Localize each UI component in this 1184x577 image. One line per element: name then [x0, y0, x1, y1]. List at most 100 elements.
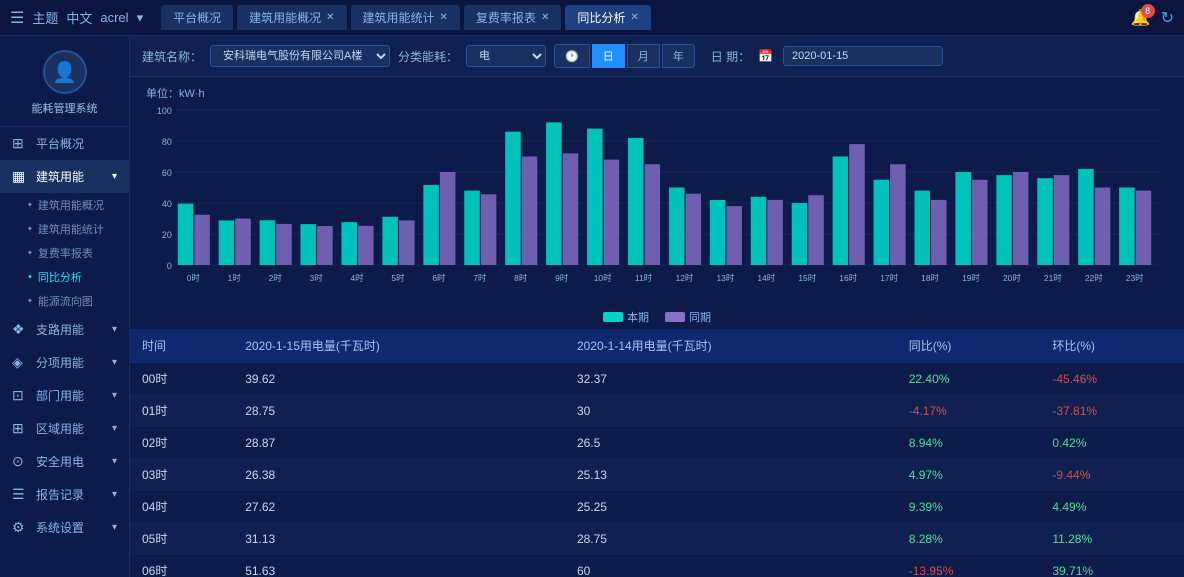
building-label: 建筑名称： — [142, 48, 202, 65]
sidebar-icon-platform: ⊞ — [12, 135, 28, 152]
topbar-theme: 主题 — [32, 8, 58, 27]
refresh-icon[interactable]: ↻ — [1161, 8, 1174, 28]
table-header: 时间2020-1-15用电量(千瓦时)2020-1-14用电量(千瓦时)同比(%… — [130, 329, 1184, 363]
sidebar-item-building-energy[interactable]: ▦ 建筑用能 ▾ — [0, 160, 129, 193]
table-row: 04时 27.62 25.25 9.39% 4.49% — [130, 491, 1184, 523]
svg-text:16时: 16时 — [839, 273, 857, 283]
menu-icon[interactable]: ☰ — [10, 8, 24, 28]
svg-text:22时: 22时 — [1085, 273, 1103, 283]
table-header-cell: 2020-1-14用电量(千瓦时) — [565, 329, 897, 363]
sidebar-item-area-energy[interactable]: ⊞ 区域用能 ▾ — [0, 412, 129, 445]
sidebar-nav: ⊞ 平台概况 ▦ 建筑用能 ▾ 建筑用能概况建筑用能统计复费率报表同比分析能源流… — [0, 127, 129, 577]
sidebar-icon-sub-energy: ◈ — [12, 354, 28, 371]
cell-current: 27.62 — [233, 491, 565, 523]
sidebar-item-safety-energy[interactable]: ⊙ 安全用电 ▾ — [0, 445, 129, 478]
svg-text:19时: 19时 — [962, 273, 980, 283]
topbar-tab-compare[interactable]: 同比分析✕ — [565, 5, 650, 30]
sidebar-item-platform[interactable]: ⊞ 平台概况 — [0, 127, 129, 160]
svg-text:11时: 11时 — [635, 273, 653, 283]
sidebar-section-branch-energy: ❖ 支路用能 ▾ — [0, 313, 129, 346]
topbar-tab-energy-stats[interactable]: 建筑用能统计✕ — [351, 5, 460, 30]
cell-time: 06时 — [130, 555, 233, 577]
btn-year[interactable]: 年 — [662, 44, 695, 68]
sidebar-item-system-settings[interactable]: ⚙ 系统设置 ▾ — [0, 511, 129, 544]
sidebar-sub-year-compare[interactable]: 同比分析 — [0, 265, 129, 289]
svg-text:0时: 0时 — [187, 273, 201, 283]
table-body: 00时 39.62 32.37 22.40% -45.46% 01时 28.75… — [130, 363, 1184, 577]
table-header-cell: 2020-1-15用电量(千瓦时) — [233, 329, 565, 363]
sidebar-section-area-energy: ⊞ 区域用能 ▾ — [0, 412, 129, 445]
sidebar-section-system-settings: ⚙ 系统设置 ▾ — [0, 511, 129, 544]
sidebar-sub-billing-report[interactable]: 复费率报表 — [0, 241, 129, 265]
tab-close-billing[interactable]: ✕ — [541, 12, 549, 23]
topbar: ☰ 主题 中文 acrel ▾ 平台概况建筑用能概况✕建筑用能统计✕复费率报表✕… — [0, 0, 1184, 36]
legend-color-same-period — [665, 312, 685, 322]
sidebar: 👤 能耗管理系统 ⊞ 平台概况 ▦ 建筑用能 ▾ 建筑用能概况建筑用能统计复费率… — [0, 36, 130, 577]
category-select[interactable]: 电 — [466, 45, 546, 67]
cell-time: 05时 — [130, 523, 233, 555]
avatar: 👤 — [43, 50, 87, 94]
chart-unit-label: 单位：kW·h — [146, 85, 1168, 101]
svg-text:20时: 20时 — [1003, 273, 1021, 283]
sidebar-item-branch-energy[interactable]: ❖ 支路用能 ▾ — [0, 313, 129, 346]
calendar-icon: 📅 — [758, 49, 773, 63]
tab-close-energy-overview[interactable]: ✕ — [326, 12, 334, 23]
svg-text:21时: 21时 — [1044, 273, 1062, 283]
svg-text:4时: 4时 — [350, 273, 364, 283]
sidebar-sub-energy-trend[interactable]: 能源流向图 — [0, 289, 129, 313]
cell-mom: 39.71% — [1040, 555, 1184, 577]
cell-yoy: -4.17% — [897, 395, 1041, 427]
topbar-lang: 中文 — [66, 8, 92, 27]
cell-mom: 4.49% — [1040, 491, 1184, 523]
tab-label: 复费率报表 — [476, 9, 536, 26]
sidebar-sub-building-overview[interactable]: 建筑用能概况 — [0, 193, 129, 217]
tab-close-energy-stats[interactable]: ✕ — [440, 12, 448, 23]
btn-day[interactable]: 日 — [592, 44, 625, 68]
svg-text:3时: 3时 — [310, 273, 324, 283]
sidebar-arrow-report-records: ▾ — [112, 489, 117, 500]
svg-text:18时: 18时 — [921, 273, 939, 283]
cell-mom: -37.81% — [1040, 395, 1184, 427]
topbar-tab-platform[interactable]: 平台概况 — [161, 5, 233, 30]
svg-text:20: 20 — [162, 230, 172, 240]
cell-time: 03时 — [130, 459, 233, 491]
sidebar-item-sub-energy[interactable]: ◈ 分项用能 ▾ — [0, 346, 129, 379]
tab-close-compare[interactable]: ✕ — [630, 12, 638, 23]
sidebar-item-dept-energy[interactable]: ⊡ 部门用能 ▾ — [0, 379, 129, 412]
cell-prev: 26.5 — [565, 427, 897, 459]
sidebar-section-building-energy: ▦ 建筑用能 ▾ 建筑用能概况建筑用能统计复费率报表同比分析能源流向图 — [0, 160, 129, 313]
topbar-action-icons: 🔔 8 ↻ — [1131, 8, 1174, 28]
cell-yoy: -13.95% — [897, 555, 1041, 577]
building-select[interactable]: 安科瑞电气股份有限公司A楼 — [210, 45, 390, 67]
cell-current: 28.87 — [233, 427, 565, 459]
topbar-dropdown-icon[interactable]: ▾ — [137, 10, 144, 26]
svg-text:8时: 8时 — [514, 273, 528, 283]
cell-current: 28.75 — [233, 395, 565, 427]
svg-text:5时: 5时 — [391, 273, 405, 283]
topbar-tab-billing[interactable]: 复费率报表 ✕ — [464, 5, 561, 30]
cell-mom: 0.42% — [1040, 427, 1184, 459]
sidebar-sub-building-stats[interactable]: 建筑用能统计 — [0, 217, 129, 241]
sidebar-arrow-dept-energy: ▾ — [112, 390, 117, 401]
tab-label: 平台概况 — [173, 9, 221, 26]
btn-clock[interactable]: 🕐 — [554, 44, 590, 68]
table-row: 03时 26.38 25.13 4.97% -9.44% — [130, 459, 1184, 491]
sidebar-label-sub-energy: 分项用能 — [36, 354, 84, 371]
main-content: 建筑名称： 安科瑞电气股份有限公司A楼 分类能耗： 电 🕐 日 月 年 日 期：… — [130, 36, 1184, 577]
sidebar-item-report-records[interactable]: ☰ 报告记录 ▾ — [0, 478, 129, 511]
btn-month[interactable]: 月 — [627, 44, 660, 68]
data-table: 时间2020-1-15用电量(千瓦时)2020-1-14用电量(千瓦时)同比(%… — [130, 329, 1184, 577]
date-label: 日 期： — [711, 48, 750, 65]
sidebar-icon-safety-energy: ⊙ — [12, 453, 28, 470]
topbar-tab-energy-overview[interactable]: 建筑用能概况✕ — [237, 5, 346, 30]
notification-icon[interactable]: 🔔 8 — [1131, 8, 1151, 28]
date-input[interactable] — [783, 46, 943, 66]
sidebar-section-dept-energy: ⊡ 部门用能 ▾ — [0, 379, 129, 412]
table-header-cell: 时间 — [130, 329, 233, 363]
chart-legend: 本期 同期 — [146, 309, 1168, 325]
svg-text:0: 0 — [167, 261, 172, 271]
svg-text:10时: 10时 — [594, 273, 612, 283]
svg-text:12时: 12时 — [676, 273, 694, 283]
main-layout: 👤 能耗管理系统 ⊞ 平台概况 ▦ 建筑用能 ▾ 建筑用能概况建筑用能统计复费率… — [0, 36, 1184, 577]
legend-label-same-period: 同期 — [689, 309, 711, 325]
